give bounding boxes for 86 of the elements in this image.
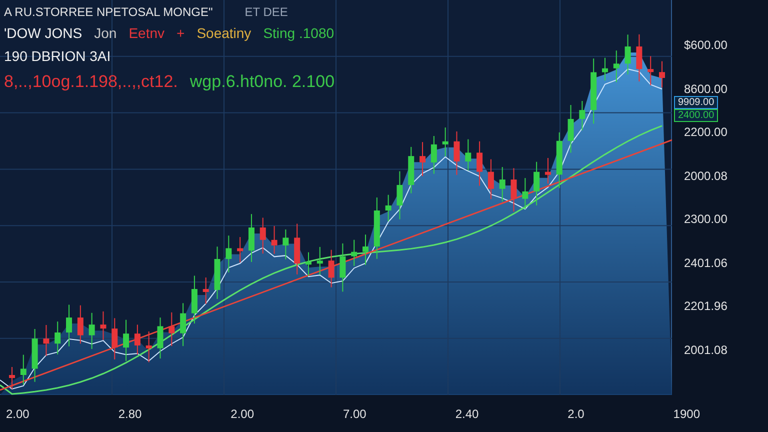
quote-text: Sting .1080	[263, 24, 334, 43]
candlestick	[54, 321, 61, 355]
header-note: ET DEE	[244, 4, 288, 21]
candlestick	[442, 126, 448, 157]
candlestick	[66, 304, 72, 347]
x-axis-label: 2.80	[118, 406, 142, 422]
candlestick	[420, 142, 426, 177]
candlestick	[88, 312, 95, 350]
quote-text: 8,..,10og.1.198,..,,ct12.	[4, 71, 178, 93]
candlestick	[430, 136, 437, 174]
candlestick	[134, 324, 140, 355]
x-axis-label: 7.00	[342, 406, 366, 422]
candlestick	[294, 223, 300, 275]
candlestick	[100, 310, 106, 340]
candlestick	[146, 330, 152, 363]
quote-text: 'DOW JONS	[4, 24, 82, 43]
candlestick	[316, 246, 323, 276]
candlestick	[9, 366, 15, 390]
candlestick	[328, 249, 334, 288]
candlestick	[568, 104, 574, 154]
candlestick	[168, 312, 175, 347]
candlestick	[488, 158, 494, 200]
candlestick	[226, 235, 232, 273]
y-axis-label: 2201.96	[684, 298, 728, 316]
candlestick	[237, 236, 244, 263]
price-badge: 2400.00	[674, 109, 718, 122]
candlestick	[157, 317, 164, 359]
candlestick	[522, 178, 528, 210]
x-axis-label: 2.00	[230, 406, 254, 422]
candlestick	[180, 302, 186, 347]
candlestick	[465, 138, 472, 171]
chart-title: A RU.STORREE NPETOSAL MONGE"	[4, 4, 213, 21]
candlestick	[20, 354, 26, 386]
candlestick	[248, 214, 254, 262]
candlestick	[112, 318, 118, 360]
candlestick	[123, 319, 130, 362]
quote-text: Eetnv	[128, 24, 165, 43]
candlestick	[191, 275, 198, 324]
candlestick	[396, 170, 403, 220]
candlestick	[260, 217, 266, 254]
candlestick	[510, 168, 517, 212]
y-axis-label: 2401.06	[684, 254, 728, 272]
candlestick	[385, 194, 392, 222]
candlestick	[534, 161, 540, 206]
quote-text: Jon	[94, 24, 117, 43]
candlestick	[648, 56, 654, 86]
x-axis-label: 1900	[673, 406, 700, 422]
candlestick	[32, 328, 38, 382]
candlestick	[590, 58, 597, 124]
y-axis-label: $600.00	[684, 37, 728, 54]
price-badge: 9909.00	[674, 96, 718, 109]
candlestick	[624, 34, 631, 75]
y-axis-label: 2200.00	[684, 124, 728, 142]
y-axis-label: 2000.08	[684, 168, 728, 185]
candlestick	[282, 228, 289, 260]
y-axis-label: 2001.08	[684, 342, 728, 359]
quote-text: 190 DBRION 3AI	[4, 47, 111, 66]
quote-text: Soeatiny	[196, 24, 252, 43]
candlestick	[636, 34, 642, 82]
x-axis-label: 2.0	[568, 406, 584, 422]
x-axis-label: 2.40	[455, 406, 479, 422]
candlestick	[351, 239, 358, 266]
candlestick	[476, 140, 483, 186]
x-axis-label: 2.00	[6, 406, 30, 422]
candlestick	[454, 130, 460, 176]
candlestick	[306, 252, 312, 276]
candlestick	[340, 242, 346, 292]
candlestick	[602, 57, 608, 82]
candlestick	[43, 324, 50, 356]
quote-text: +	[176, 24, 185, 43]
quote-text: wgp.6.ht0no. 2.100	[190, 71, 335, 93]
candlestick	[408, 146, 414, 194]
candlestick	[374, 196, 380, 260]
candlestick	[659, 60, 665, 88]
candlestick	[579, 100, 586, 131]
candlestick	[77, 304, 84, 344]
candlestick	[613, 50, 620, 83]
candlestick	[544, 157, 551, 184]
candlestick	[362, 234, 368, 266]
y-axis-label: 8600.00	[684, 80, 728, 98]
candlestick	[214, 246, 220, 300]
y-axis-label: 2300.00	[684, 211, 728, 228]
candlestick	[499, 166, 506, 202]
candlestick	[556, 132, 562, 189]
candlestick	[202, 277, 209, 304]
candlestick	[271, 225, 278, 254]
